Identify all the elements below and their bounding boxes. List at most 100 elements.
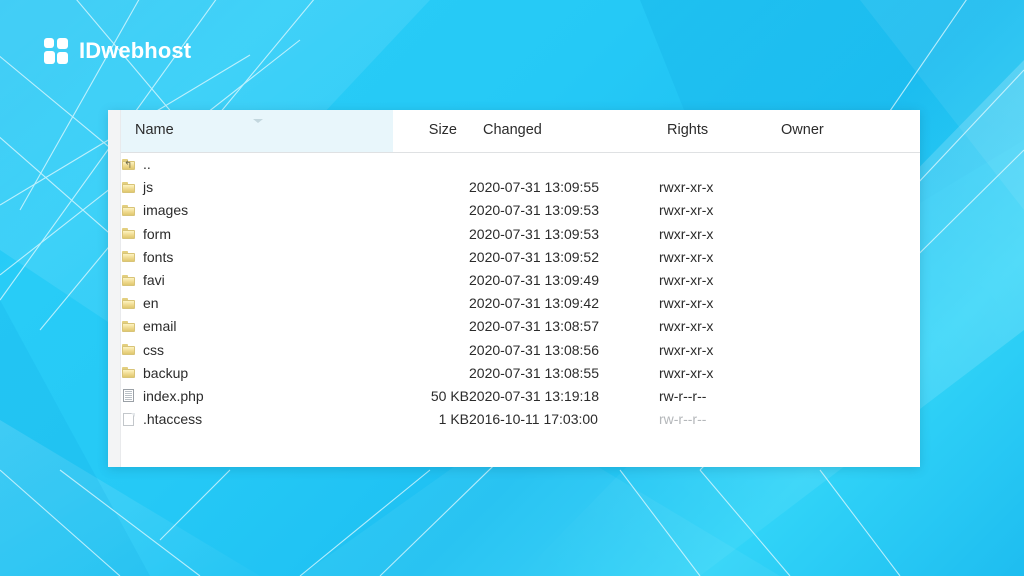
file-size-cell: [393, 199, 469, 222]
file-name-label: .htaccess: [143, 411, 203, 428]
file-changed-cell: [469, 152, 659, 176]
file-row[interactable]: .htaccess 1 KB 2016-10-11 17:03:00 rw-r--r-…: [121, 408, 920, 431]
file-name-cell[interactable]: index.php: [121, 384, 393, 407]
file-manager-panel: Name Size Changed Rights Owner ↰.. js 2020…: [108, 110, 920, 467]
file-size-cell: [393, 268, 469, 291]
file-row[interactable]: images 2020-07-31 13:09:53 rwxr-xr-x: [121, 199, 920, 222]
brand-name: IDwebhost: [79, 38, 192, 63]
file-rights-cell[interactable]: rwxr-xr-x: [659, 176, 769, 199]
file-owner-cell: [769, 245, 920, 268]
file-rights-cell[interactable]: rwxr-xr-x: [659, 222, 769, 245]
file-size-cell: [393, 361, 469, 384]
file-rights-cell[interactable]: rw-r--r--: [659, 384, 769, 407]
file-rights-cell[interactable]: rwxr-xr-x: [659, 292, 769, 315]
file-owner-cell: [769, 222, 920, 245]
file-name-label: index.php: [143, 387, 204, 404]
sort-ascending-icon: [253, 119, 263, 123]
folder-icon: [121, 203, 136, 218]
file-row[interactable]: ↰..: [121, 152, 920, 176]
column-header-name-label: Name: [135, 122, 174, 139]
header-row: Name Size Changed Rights Owner: [121, 110, 920, 153]
folder-icon: [121, 226, 136, 241]
file-name-label: ..: [143, 156, 151, 173]
file-rights-cell[interactable]: rw-r--r--: [659, 408, 769, 431]
file-size-cell: [393, 222, 469, 245]
file-changed-cell: 2020-07-31 13:09:55: [469, 179, 599, 196]
file-name-cell[interactable]: js: [121, 176, 393, 199]
file-rights-cell[interactable]: rwxr-xr-x: [659, 199, 769, 222]
file-name-cell[interactable]: backup: [121, 361, 393, 384]
column-header-name[interactable]: Name: [121, 110, 393, 153]
file-name-cell[interactable]: email: [121, 315, 393, 338]
file-changed-cell: 2020-07-31 13:08:57: [469, 318, 599, 335]
file-rights-cell[interactable]: rwxr-xr-x: [659, 245, 769, 268]
folder-icon: [121, 180, 136, 195]
document-icon: [121, 388, 136, 403]
file-name-cell[interactable]: en: [121, 292, 393, 315]
column-header-rights[interactable]: Rights: [659, 110, 769, 153]
file-name-label: email: [143, 318, 177, 335]
file-list-container: Name Size Changed Rights Owner ↰.. js 2020…: [121, 110, 920, 467]
file-owner-cell: [769, 361, 920, 384]
column-header-size[interactable]: Size: [393, 110, 469, 153]
file-name-cell[interactable]: form: [121, 222, 393, 245]
file-name-label: css: [143, 341, 164, 358]
folder-icon: [121, 365, 136, 380]
column-header-changed[interactable]: Changed: [469, 110, 659, 153]
folder-icon: [121, 273, 136, 288]
file-size-cell: [393, 315, 469, 338]
folder-up-icon: ↰: [121, 157, 136, 172]
file-changed-cell: 2020-07-31 13:09:49: [469, 272, 599, 289]
file-owner-cell: [769, 338, 920, 361]
file-name-cell[interactable]: favi: [121, 268, 393, 291]
file-row[interactable]: email 2020-07-31 13:08:57 rwxr-xr-x: [121, 315, 920, 338]
file-owner-cell: [769, 384, 920, 407]
file-changed-cell: 2020-07-31 13:09:42: [469, 295, 599, 312]
file-row[interactable]: js 2020-07-31 13:09:55 rwxr-xr-x: [121, 176, 920, 199]
file-name-cell[interactable]: .htaccess: [121, 408, 393, 431]
file-size-cell: [393, 152, 469, 176]
folder-icon: [121, 249, 136, 264]
screenshot-root: IDwebhost Name Size Changed Rights Owner…: [0, 0, 1024, 576]
file-rights-cell[interactable]: [659, 152, 769, 176]
file-changed-cell: 2020-07-31 13:19:18: [469, 387, 599, 404]
file-rights-cell[interactable]: rwxr-xr-x: [659, 338, 769, 361]
file-name-cell[interactable]: fonts: [121, 245, 393, 268]
file-row[interactable]: css 2020-07-31 13:08:56 rwxr-xr-x: [121, 338, 920, 361]
file-owner-cell: [769, 176, 920, 199]
file-changed-cell: 2020-07-31 13:09:53: [469, 225, 599, 242]
file-owner-cell: [769, 199, 920, 222]
file-owner-cell: [769, 152, 920, 176]
file-owner-cell: [769, 315, 920, 338]
file-row[interactable]: form 2020-07-31 13:09:53 rwxr-xr-x: [121, 222, 920, 245]
file-rights-cell[interactable]: rwxr-xr-x: [659, 315, 769, 338]
file-rights-cell[interactable]: rwxr-xr-x: [659, 268, 769, 291]
file-row[interactable]: index.php 50 KB 2020-07-31 13:19:18 rw-r--r…: [121, 384, 920, 407]
file-name-cell[interactable]: ↰..: [121, 153, 393, 176]
file-name-label: favi: [143, 272, 165, 289]
file-changed-cell: 2020-07-31 13:08:56: [469, 341, 599, 358]
blank-file-icon: [121, 412, 136, 427]
file-owner-cell: [769, 292, 920, 315]
brand-logo: IDwebhost: [44, 38, 191, 64]
panel-left-gutter: [108, 110, 121, 467]
column-header-owner[interactable]: Owner: [769, 110, 920, 153]
file-changed-cell: 2020-07-31 13:08:55: [469, 364, 599, 381]
file-name-cell[interactable]: css: [121, 338, 393, 361]
folder-icon: [121, 319, 136, 334]
file-row[interactable]: favi 2020-07-31 13:09:49 rwxr-xr-x: [121, 268, 920, 291]
file-owner-cell: [769, 408, 920, 431]
file-name-label: backup: [143, 364, 189, 381]
file-row[interactable]: en 2020-07-31 13:09:42 rwxr-xr-x: [121, 292, 920, 315]
file-size-cell: [393, 176, 469, 199]
file-name-label: images: [143, 202, 189, 219]
file-rights-cell[interactable]: rwxr-xr-x: [659, 361, 769, 384]
file-row[interactable]: backup 2020-07-31 13:08:55 rwxr-xr-x: [121, 361, 920, 384]
file-list-body: ↰.. js 2020-07-31 13:09:55 rwxr-xr-x images 2…: [121, 152, 920, 431]
file-row[interactable]: fonts 2020-07-31 13:09:52 rwxr-xr-x: [121, 245, 920, 268]
file-owner-cell: [769, 268, 920, 291]
file-name-cell[interactable]: images: [121, 199, 393, 222]
four-squares-logo-icon: [44, 38, 70, 64]
file-name-label: form: [143, 225, 171, 242]
file-size-cell: [393, 338, 469, 361]
